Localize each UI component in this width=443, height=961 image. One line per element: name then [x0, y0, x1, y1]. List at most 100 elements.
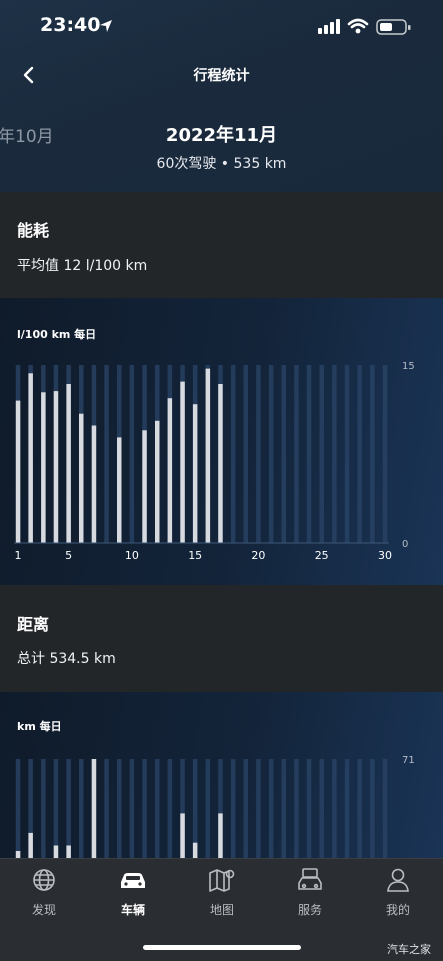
- person-icon: [387, 868, 409, 892]
- location-arrow-icon: [99, 18, 113, 37]
- car-service-icon: [298, 868, 322, 890]
- tab-vehicle[interactable]: 车辆: [93, 867, 173, 918]
- chart-track: [382, 365, 388, 543]
- chart-bar: [192, 842, 198, 858]
- x-tick-label: 10: [125, 549, 139, 562]
- chart-bar: [155, 420, 160, 543]
- chart-track: [129, 365, 135, 543]
- distance-title: 距离: [17, 615, 50, 634]
- chart-track: [281, 365, 286, 543]
- x-tick-label: 20: [251, 549, 265, 562]
- chart-track: [319, 365, 324, 543]
- chart-track: [344, 759, 350, 858]
- chart-track: [382, 759, 388, 858]
- x-tick-label: 30: [378, 549, 392, 562]
- chart-track: [256, 759, 261, 858]
- chart-track: [205, 759, 211, 858]
- chart-track: [230, 365, 236, 543]
- chart-track: [357, 365, 362, 543]
- month-summary: 60次驾驶 • 535 km: [156, 156, 287, 172]
- chart-track: [370, 759, 375, 858]
- chart-bar: [91, 759, 97, 858]
- chart-track: [268, 365, 274, 543]
- tab-label: 服务: [297, 903, 322, 917]
- energy-card: 能耗 平均值 12 l/100 km: [0, 192, 443, 298]
- wifi-icon: [347, 18, 369, 29]
- tab-service[interactable]: 服务: [270, 867, 350, 918]
- status-icons: [318, 16, 413, 42]
- chart-track: [370, 365, 375, 543]
- tab-label: 地图: [209, 903, 234, 917]
- chart-bar: [53, 391, 59, 543]
- chart-track: [294, 365, 299, 543]
- chart-bar: [218, 813, 223, 858]
- tab-profile[interactable]: 我的: [358, 867, 438, 918]
- tab-discover[interactable]: 发现: [4, 867, 84, 918]
- chart-bar: [66, 845, 71, 858]
- chart-track: [319, 759, 324, 858]
- distance-chart: 71: [15, 755, 415, 858]
- chart-bar: [167, 398, 173, 543]
- chart-track: [79, 759, 84, 858]
- chart-track: [332, 759, 337, 858]
- y-tick-label: 15: [402, 361, 415, 372]
- chart-track: [230, 759, 236, 858]
- chart-bar: [180, 381, 185, 543]
- chart-track: [256, 365, 261, 543]
- chart-bar: [205, 368, 211, 543]
- x-tick-label: 15: [188, 549, 202, 562]
- chart-track: [306, 365, 312, 543]
- chart-bar: [15, 851, 21, 858]
- chart-bar: [28, 373, 33, 543]
- chart-track: [117, 759, 122, 858]
- chart-track: [332, 365, 337, 543]
- distance-chart-panel: km 每日 71: [0, 692, 443, 858]
- globe-icon: [33, 869, 55, 891]
- signal-icon: [318, 19, 340, 34]
- chart-track: [104, 759, 109, 858]
- home-indicator: [143, 945, 301, 950]
- tab-label: 发现: [31, 903, 56, 917]
- x-tick-label: 5: [65, 549, 72, 562]
- map-icon: [209, 869, 235, 892]
- distance-card: 距离 总计 534.5 km: [0, 585, 443, 692]
- chart-track: [243, 759, 248, 858]
- y-tick-label: 71: [402, 755, 415, 766]
- page-title: 行程统计: [193, 68, 250, 84]
- chart-bar: [218, 384, 223, 543]
- tab-label: 车辆: [120, 903, 145, 917]
- month-current: 2022年11月: [165, 125, 278, 146]
- chart-bar: [41, 392, 46, 543]
- chart-track: [281, 759, 286, 858]
- chart-bar: [192, 404, 198, 543]
- chart-track: [104, 365, 109, 543]
- energy-title: 能耗: [17, 221, 50, 240]
- chart-bar: [91, 425, 97, 543]
- energy-chart: 1 5 10 15 20 25 30150: [14, 361, 415, 562]
- chart-track: [357, 759, 362, 858]
- car-icon: [121, 873, 145, 888]
- tab-map[interactable]: 地图: [182, 867, 262, 918]
- chart-track: [142, 759, 147, 858]
- x-tick-label: 25: [315, 549, 329, 562]
- tab-label: 我的: [385, 903, 410, 917]
- chart-track: [243, 365, 248, 543]
- y-tick-label: 0: [402, 539, 408, 550]
- chart-track: [53, 759, 59, 858]
- chart-track: [15, 759, 21, 858]
- chart-bar: [53, 845, 59, 858]
- status-time: 23:40: [40, 14, 101, 36]
- chart-bar: [117, 437, 122, 543]
- distance-total: 总计 534.5 km: [17, 651, 116, 667]
- chart-track: [268, 759, 274, 858]
- chart-bar: [15, 400, 21, 543]
- chart-track: [344, 365, 350, 543]
- energy-average: 平均值 12 l/100 km: [17, 258, 148, 274]
- battery-icon: [376, 19, 411, 35]
- chart-track: [66, 759, 71, 858]
- chart-bar: [79, 413, 84, 543]
- chart-track: [167, 759, 173, 858]
- chart-bar: [180, 813, 185, 858]
- chart-bar: [66, 384, 71, 543]
- chart-track: [155, 759, 160, 858]
